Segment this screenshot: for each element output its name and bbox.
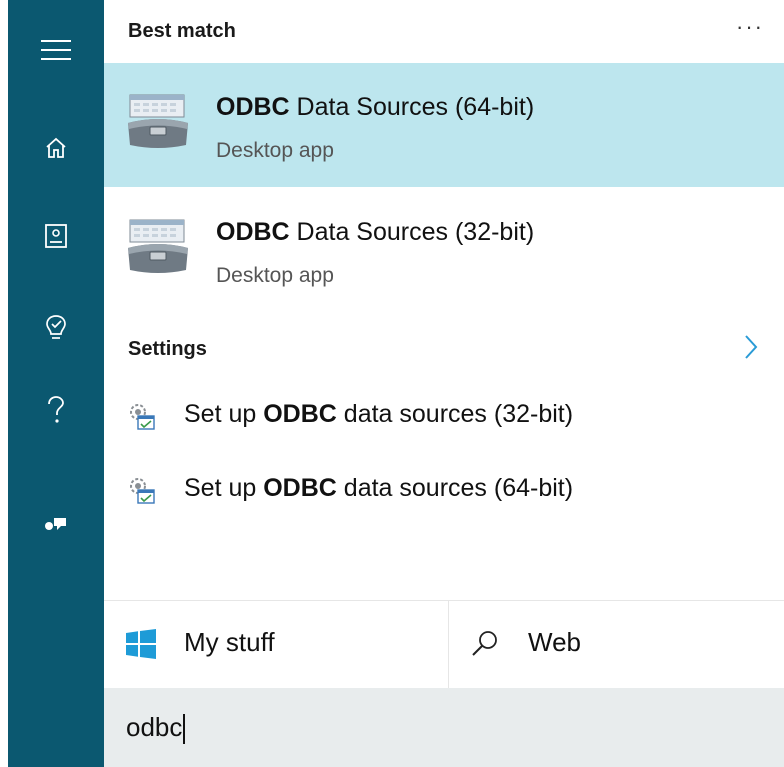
setting-label: Set up ODBC data sources (32-bit) — [184, 400, 574, 428]
result-subtitle: Desktop app — [216, 139, 334, 162]
web-button[interactable]: Web — [449, 601, 784, 689]
question-mark-icon — [48, 396, 64, 423]
settings-gear-icon — [130, 404, 155, 430]
help-button[interactable] — [8, 380, 104, 440]
more-options-button[interactable]: ··· — [736, 14, 764, 40]
search-box[interactable]: odbc — [104, 688, 784, 767]
settings-gear-icon — [130, 478, 155, 504]
my-stuff-label: My stuff — [184, 627, 275, 657]
setting-label: Set up ODBC data sources (64-bit) — [184, 474, 574, 502]
result-title: ODBC Data Sources (32-bit) — [216, 218, 535, 246]
odbc-admin-icon — [128, 219, 188, 273]
web-label: Web — [528, 627, 581, 657]
home-icon — [46, 137, 66, 158]
search-query-text: odbc — [126, 712, 183, 742]
windows-logo-icon — [126, 629, 156, 659]
home-button[interactable] — [8, 118, 104, 178]
cortana-sidebar — [8, 0, 104, 767]
my-stuff-button[interactable]: My stuff — [104, 601, 448, 689]
hamburger-icon — [41, 40, 71, 60]
window-edge — [0, 0, 8, 767]
text-caret — [183, 714, 186, 745]
result-subtitle: Desktop app — [216, 264, 334, 287]
notebook-icon — [45, 224, 67, 248]
menu-button[interactable] — [8, 20, 104, 80]
feedback-button[interactable] — [8, 494, 104, 554]
setting-odbc-32[interactable]: Set up ODBC data sources (32-bit) — [104, 386, 784, 446]
search-results-panel: Best match ··· ODBC Data Sources (64-bit… — [104, 0, 784, 767]
best-match-header: Best match — [128, 20, 236, 42]
chevron-right-icon[interactable] — [744, 334, 758, 360]
reminders-button[interactable] — [8, 298, 104, 358]
feedback-icon — [45, 518, 66, 530]
search-icon — [472, 631, 497, 656]
result-odbc-64[interactable]: ODBC Data Sources (64-bit) Desktop app — [104, 63, 784, 187]
setting-odbc-64[interactable]: Set up ODBC data sources (64-bit) — [104, 460, 784, 520]
settings-header: Settings — [128, 338, 207, 360]
result-title: ODBC Data Sources (64-bit) — [216, 93, 535, 121]
search-input[interactable]: odbc — [126, 712, 186, 745]
search-filter-bar: My stuff Web — [104, 600, 784, 689]
odbc-admin-icon — [128, 94, 188, 148]
notebook-button[interactable] — [8, 206, 104, 266]
lightbulb-icon — [46, 315, 66, 339]
result-odbc-32[interactable]: ODBC Data Sources (32-bit) Desktop app — [104, 188, 784, 312]
